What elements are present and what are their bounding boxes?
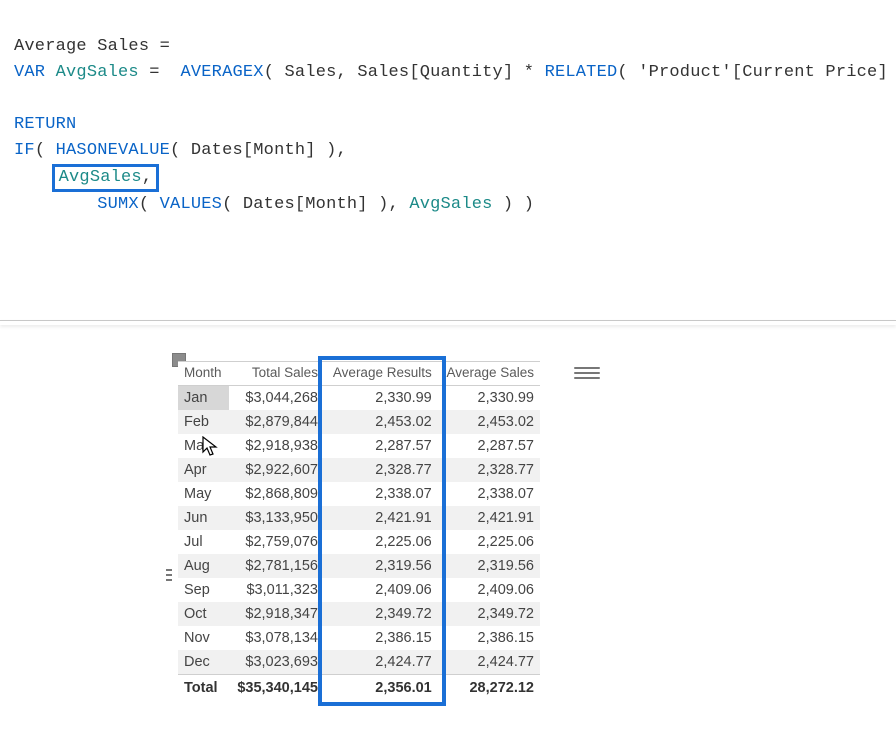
cell-month[interactable]: Mar bbox=[178, 434, 229, 458]
cell-month[interactable]: Feb bbox=[178, 410, 229, 434]
cell-average-sales[interactable]: 2,409.06 bbox=[438, 578, 540, 602]
fn-values: VALUES bbox=[160, 195, 222, 214]
cell-average-results[interactable]: 2,328.77 bbox=[324, 458, 438, 482]
cell-month[interactable]: Dec bbox=[178, 650, 229, 675]
table-row[interactable]: Apr$2,922,6072,328.772,328.77 bbox=[178, 458, 540, 482]
cell-average-results[interactable]: 2,421.91 bbox=[324, 506, 438, 530]
cell-average-results[interactable]: 2,386.15 bbox=[324, 626, 438, 650]
report-canvas[interactable]: Month Total Sales Average Results Averag… bbox=[178, 361, 608, 700]
cell-month[interactable]: Nov bbox=[178, 626, 229, 650]
var-keyword: VAR bbox=[14, 63, 45, 82]
cell-total-sales[interactable]: $2,879,844 bbox=[229, 410, 324, 434]
cell-total-sales[interactable]: $2,922,607 bbox=[229, 458, 324, 482]
cell-month[interactable]: Jan bbox=[178, 386, 229, 411]
table-header-row: Month Total Sales Average Results Averag… bbox=[178, 362, 540, 386]
table-row[interactable]: Aug$2,781,1562,319.562,319.56 bbox=[178, 554, 540, 578]
cell-average-sales[interactable]: 2,330.99 bbox=[438, 386, 540, 411]
fn-hasonevalue: HASONEVALUE bbox=[56, 141, 170, 160]
col-header-average-results[interactable]: Average Results bbox=[324, 362, 438, 386]
highlighted-return-value: AvgSales, bbox=[52, 164, 160, 192]
cell-average-sales[interactable]: 2,424.77 bbox=[438, 650, 540, 675]
table-row[interactable]: Sep$3,011,3232,409.062,409.06 bbox=[178, 578, 540, 602]
cell-average-results[interactable]: 2,409.06 bbox=[324, 578, 438, 602]
visual-side-handle[interactable] bbox=[166, 569, 172, 595]
cell-average-results[interactable]: 2,330.99 bbox=[324, 386, 438, 411]
col-header-total-sales[interactable]: Total Sales bbox=[229, 362, 324, 386]
table-row[interactable]: Nov$3,078,1342,386.152,386.15 bbox=[178, 626, 540, 650]
fn-if: IF bbox=[14, 141, 35, 160]
cell-total-sales[interactable]: $2,781,156 bbox=[229, 554, 324, 578]
table-row[interactable]: Dec$3,023,6932,424.772,424.77 bbox=[178, 650, 540, 675]
cell-month[interactable]: Apr bbox=[178, 458, 229, 482]
cell-average-results[interactable]: 2,349.72 bbox=[324, 602, 438, 626]
cell-total-sales[interactable]: $2,918,938 bbox=[229, 434, 324, 458]
cell-total-sales[interactable]: $3,011,323 bbox=[229, 578, 324, 602]
cell-month[interactable]: Oct bbox=[178, 602, 229, 626]
cell-total-sales[interactable]: $3,078,134 bbox=[229, 626, 324, 650]
table-row[interactable]: Jun$3,133,9502,421.912,421.91 bbox=[178, 506, 540, 530]
cell-average-sales[interactable]: 2,338.07 bbox=[438, 482, 540, 506]
cell-average-results[interactable]: 2,338.07 bbox=[324, 482, 438, 506]
dax-formula-editor[interactable]: Average Sales = VAR AvgSales = AVERAGEX(… bbox=[0, 0, 896, 230]
cell-month[interactable]: Jun bbox=[178, 506, 229, 530]
cell-average-sales[interactable]: 2,287.57 bbox=[438, 434, 540, 458]
cell-total-sales[interactable]: $3,023,693 bbox=[229, 650, 324, 675]
cell-average-sales[interactable]: 2,421.91 bbox=[438, 506, 540, 530]
cell-average-sales[interactable]: 2,386.15 bbox=[438, 626, 540, 650]
visual-drag-handle[interactable] bbox=[574, 367, 600, 382]
total-average-sales: 28,272.12 bbox=[438, 675, 540, 701]
pane-divider[interactable] bbox=[0, 320, 896, 325]
cell-month[interactable]: Aug bbox=[178, 554, 229, 578]
col-header-month[interactable]: Month bbox=[178, 362, 229, 386]
cell-average-sales[interactable]: 2,225.06 bbox=[438, 530, 540, 554]
cell-average-results[interactable]: 2,424.77 bbox=[324, 650, 438, 675]
measure-name: Average Sales bbox=[14, 37, 149, 56]
table-row[interactable]: Jul$2,759,0762,225.062,225.06 bbox=[178, 530, 540, 554]
cell-month[interactable]: Sep bbox=[178, 578, 229, 602]
cell-total-sales[interactable]: $3,133,950 bbox=[229, 506, 324, 530]
table-row[interactable]: Mar$2,918,9382,287.572,287.57 bbox=[178, 434, 540, 458]
cell-average-sales[interactable]: 2,349.72 bbox=[438, 602, 540, 626]
sales-table-visual[interactable]: Month Total Sales Average Results Averag… bbox=[178, 361, 540, 700]
table-row[interactable]: May$2,868,8092,338.072,338.07 bbox=[178, 482, 540, 506]
cell-average-sales[interactable]: 2,328.77 bbox=[438, 458, 540, 482]
var-name: AvgSales bbox=[56, 63, 139, 82]
cell-month[interactable]: Jul bbox=[178, 530, 229, 554]
cell-total-sales[interactable]: $2,759,076 bbox=[229, 530, 324, 554]
total-total-sales: $35,340,145 bbox=[229, 675, 324, 701]
cell-average-results[interactable]: 2,225.06 bbox=[324, 530, 438, 554]
cell-month[interactable]: May bbox=[178, 482, 229, 506]
table-row[interactable]: Oct$2,918,3472,349.722,349.72 bbox=[178, 602, 540, 626]
cell-average-sales[interactable]: 2,319.56 bbox=[438, 554, 540, 578]
cell-total-sales[interactable]: $2,868,809 bbox=[229, 482, 324, 506]
fn-averagex: AVERAGEX bbox=[180, 63, 263, 82]
total-label: Total bbox=[178, 675, 229, 701]
col-header-average-sales[interactable]: Average Sales bbox=[438, 362, 540, 386]
table-row[interactable]: Feb$2,879,8442,453.022,453.02 bbox=[178, 410, 540, 434]
total-average-results: 2,356.01 bbox=[324, 675, 438, 701]
fn-related: RELATED bbox=[545, 63, 618, 82]
cell-average-results[interactable]: 2,453.02 bbox=[324, 410, 438, 434]
table-total-row: Total $35,340,145 2,356.01 28,272.12 bbox=[178, 675, 540, 701]
cell-average-results[interactable]: 2,287.57 bbox=[324, 434, 438, 458]
fn-sumx: SUMX bbox=[97, 195, 139, 214]
cell-total-sales[interactable]: $3,044,268 bbox=[229, 386, 324, 411]
cell-average-sales[interactable]: 2,453.02 bbox=[438, 410, 540, 434]
cell-average-results[interactable]: 2,319.56 bbox=[324, 554, 438, 578]
table-row[interactable]: Jan$3,044,2682,330.992,330.99 bbox=[178, 386, 540, 411]
return-keyword: RETURN bbox=[14, 115, 76, 134]
cell-total-sales[interactable]: $2,918,347 bbox=[229, 602, 324, 626]
